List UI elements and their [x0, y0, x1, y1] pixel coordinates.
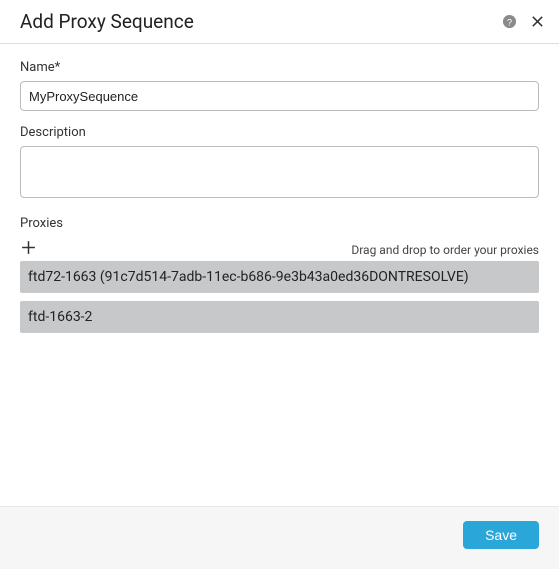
proxy-list: ftd72-1663 (91c7d514-7adb-11ec-b686-9e3b…: [20, 261, 539, 333]
dialog-header: Add Proxy Sequence ?: [0, 0, 559, 44]
proxies-section: Proxies Drag and drop to order your prox…: [20, 216, 539, 333]
description-field: Description: [20, 125, 539, 202]
dialog-title: Add Proxy Sequence: [20, 10, 501, 33]
add-proxy-sequence-dialog: Add Proxy Sequence ? Name* Description: [0, 0, 559, 569]
proxies-toolbar: Drag and drop to order your proxies: [20, 237, 539, 257]
name-input[interactable]: [20, 81, 539, 111]
description-input[interactable]: [20, 146, 539, 198]
name-field: Name*: [20, 60, 539, 111]
svg-text:?: ?: [506, 17, 511, 27]
dialog-footer: Save: [0, 506, 559, 569]
drag-hint: Drag and drop to order your proxies: [351, 243, 539, 257]
dialog-body: Name* Description Proxies Drag and drop …: [0, 44, 559, 506]
add-proxy-button[interactable]: [18, 237, 38, 257]
help-icon[interactable]: ?: [501, 14, 517, 30]
description-label: Description: [20, 125, 539, 140]
header-actions: ?: [501, 14, 545, 30]
proxy-item[interactable]: ftd-1663-2: [20, 301, 539, 333]
proxy-item[interactable]: ftd72-1663 (91c7d514-7adb-11ec-b686-9e3b…: [20, 261, 539, 293]
save-button[interactable]: Save: [463, 521, 539, 549]
proxies-label: Proxies: [20, 216, 539, 231]
name-label: Name*: [20, 60, 539, 75]
close-icon[interactable]: [529, 14, 545, 30]
